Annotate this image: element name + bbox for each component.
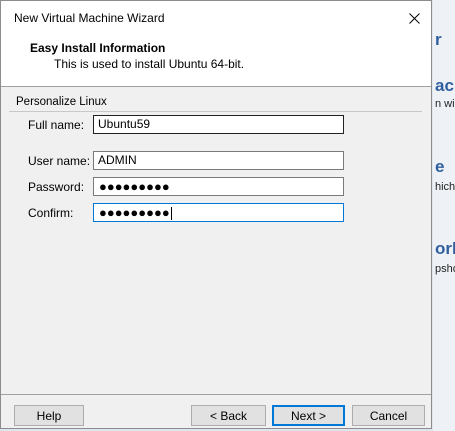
next-button[interactable]: Next > — [272, 405, 345, 426]
page-title: Easy Install Information — [30, 41, 166, 55]
wizard-dialog: New Virtual Machine Wizard Easy Install … — [0, 0, 432, 429]
background-application: r ach n will e hich v orks pshot — [433, 0, 455, 431]
password-field[interactable]: ●●●●●●●●● — [93, 177, 344, 196]
full-name-label: Full name: — [28, 118, 85, 132]
window-title: New Virtual Machine Wizard — [14, 11, 165, 25]
background-text-fragment: n will — [435, 98, 455, 110]
text-caret — [170, 207, 172, 221]
full-name-field[interactable]: Ubuntu59 — [93, 115, 344, 134]
background-heading-fragment: ach — [435, 76, 455, 95]
password-label: Password: — [28, 180, 85, 194]
background-text-fragment: pshot — [435, 263, 455, 275]
title-bar[interactable]: New Virtual Machine Wizard — [1, 1, 431, 35]
user-name-label: User name: — [28, 154, 91, 168]
group-label: Personalize Linux — [16, 96, 107, 108]
background-heading-fragment: e — [435, 157, 445, 176]
footer-divider — [1, 394, 431, 395]
close-icon — [408, 12, 420, 24]
user-name-field[interactable]: ADMIN — [93, 151, 344, 170]
confirm-label: Confirm: — [28, 206, 74, 220]
background-text-fragment: hich v — [435, 181, 455, 193]
confirm-mask: ●●●●●●●●● — [99, 205, 170, 220]
background-heading-fragment: r — [435, 30, 442, 49]
background-heading-fragment: orks — [435, 239, 455, 258]
page-subtitle: This is used to install Ubuntu 64-bit. — [54, 57, 245, 71]
cancel-button[interactable]: Cancel — [352, 405, 425, 426]
header-panel: Easy Install Information This is used to… — [1, 35, 431, 87]
full-name-value: Ubuntu59 — [98, 117, 151, 131]
back-button[interactable]: < Back — [191, 405, 266, 426]
help-button-label: Help — [36, 408, 62, 423]
help-button[interactable]: Help — [14, 405, 84, 426]
close-button[interactable] — [397, 1, 431, 35]
group-divider — [9, 111, 422, 112]
password-mask: ●●●●●●●●● — [99, 179, 170, 194]
user-name-value: ADMIN — [98, 153, 137, 167]
back-button-label: < Back — [209, 408, 248, 423]
confirm-password-field[interactable]: ●●●●●●●●● — [93, 203, 344, 222]
cancel-button-label: Cancel — [369, 408, 408, 423]
next-button-label: Next > — [290, 408, 326, 423]
